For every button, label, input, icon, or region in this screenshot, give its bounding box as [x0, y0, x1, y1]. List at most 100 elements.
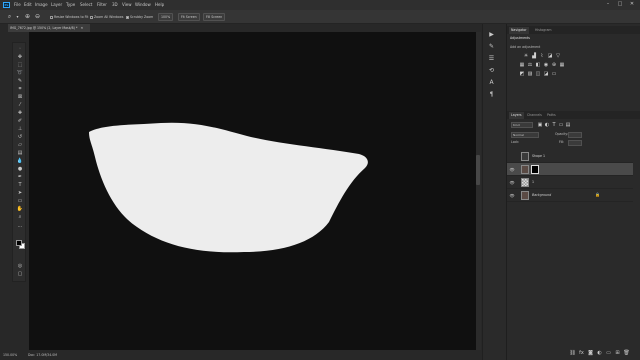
curves-icon[interactable]: ⌇ — [539, 53, 545, 59]
invert-icon[interactable]: ◩ — [519, 71, 525, 77]
lasso-tool-icon[interactable]: ➰ — [16, 70, 24, 76]
hand-tool-icon[interactable]: ✋ — [16, 206, 24, 212]
dodge-tool-icon[interactable]: ● — [16, 166, 24, 172]
gradient-map-icon[interactable]: ▭ — [551, 71, 557, 77]
brush-tool-icon[interactable]: ✐ — [16, 118, 24, 124]
layer-row[interactable]: 👁 Background 🔒 — [507, 189, 633, 202]
selective-color-icon[interactable]: ◪ — [543, 71, 549, 77]
zoom-tool-icon[interactable]: ⌕ — [16, 214, 24, 220]
document-tab[interactable]: IMG_7672.jpg @ 150% (2, Layer Mask/8) * … — [8, 24, 90, 32]
add-mask-icon[interactable]: ◙ — [587, 349, 594, 357]
gradient-tool-icon[interactable]: ▤ — [16, 150, 24, 156]
menu-type[interactable]: Type — [66, 2, 75, 8]
zoom-tool-icon[interactable]: ⌕ — [6, 13, 13, 21]
filter-smart-object-icon[interactable]: ▤ — [565, 122, 571, 128]
close-window-button[interactable]: ✕ — [628, 1, 636, 8]
new-group-icon[interactable]: ▭ — [605, 349, 612, 357]
layer-row[interactable]: Shape 1 — [507, 150, 633, 163]
frame-tool-icon[interactable]: ⊠ — [16, 94, 24, 100]
healing-brush-tool-icon[interactable]: ✚ — [16, 110, 24, 116]
vibrance-icon[interactable]: ▽ — [555, 53, 561, 59]
character-icon[interactable]: A — [487, 78, 496, 87]
pen-tool-icon[interactable]: ✒ — [16, 174, 24, 180]
quick-mask-icon[interactable]: ◎ — [16, 263, 24, 269]
clone-stamp-tool-icon[interactable]: ⊥ — [16, 126, 24, 132]
menu-file[interactable]: File — [14, 2, 21, 8]
close-tab-icon[interactable]: ✕ — [81, 26, 84, 30]
new-adjustment-icon[interactable]: ◐ — [596, 349, 603, 357]
quick-selection-tool-icon[interactable]: ✎ — [16, 78, 24, 84]
blur-tool-icon[interactable]: 💧 — [16, 158, 24, 164]
tab-channels[interactable]: Channels — [525, 112, 544, 119]
filter-type-icon[interactable]: T — [551, 122, 557, 128]
zoom-in-icon[interactable]: ⊕ — [24, 13, 31, 21]
type-tool-icon[interactable]: T — [16, 182, 24, 188]
zoom-100-button[interactable]: 100% — [158, 13, 174, 21]
document-canvas[interactable] — [29, 32, 476, 350]
color-lookup-icon[interactable]: ▦ — [559, 62, 565, 68]
eye-icon[interactable]: 👁 — [509, 192, 515, 199]
layer-style-icon[interactable]: fx — [578, 349, 585, 357]
tab-histogram[interactable]: Histogram — [533, 27, 554, 34]
layer-filter-kind[interactable]: Kind — [511, 122, 533, 128]
link-layers-icon[interactable]: ⛓ — [569, 349, 576, 357]
brush-settings-icon[interactable]: ✎ — [487, 42, 496, 51]
zoom-out-icon[interactable]: ⊖ — [34, 13, 41, 21]
properties-icon[interactable]: ☰ — [487, 54, 496, 63]
scrubby-zoom-checkbox[interactable]: Scrubby Zoom — [126, 14, 153, 20]
posterize-icon[interactable]: ▨ — [527, 71, 533, 77]
foreground-color-swatch[interactable] — [16, 240, 22, 246]
filter-pixel-icon[interactable]: ▣ — [537, 122, 543, 128]
delete-layer-icon[interactable]: 🗑 — [623, 349, 630, 357]
menu-layer[interactable]: Layer — [51, 2, 62, 8]
scrollbar-thumb[interactable] — [476, 155, 480, 185]
zoom-level[interactable]: 150.00% — [3, 351, 17, 360]
tab-navigator[interactable]: Navigator — [509, 27, 529, 34]
path-selection-tool-icon[interactable]: ➤ — [16, 190, 24, 196]
zoom-all-windows-checkbox[interactable]: Zoom All Windows — [90, 14, 123, 20]
color-balance-icon[interactable]: ⚖ — [527, 62, 533, 68]
eye-icon[interactable]: 👁 — [509, 166, 515, 173]
brightness-icon[interactable]: ☀ — [523, 53, 529, 59]
screen-mode-icon[interactable]: ▢ — [16, 271, 24, 277]
photo-filter-icon[interactable]: ◉ — [543, 62, 549, 68]
levels-icon[interactable]: ▟ — [531, 53, 537, 59]
menu-edit[interactable]: Edit — [24, 2, 32, 8]
menu-filter[interactable]: Filter — [97, 2, 107, 8]
tab-paths[interactable]: Paths — [545, 112, 558, 119]
eyedropper-tool-icon[interactable]: ⁄ — [16, 102, 24, 108]
toolbar-collapse-icon[interactable]: » — [16, 46, 24, 52]
history-icon[interactable]: ⟲ — [487, 66, 496, 75]
hue-saturation-icon[interactable]: ▦ — [519, 62, 525, 68]
paragraph-icon[interactable]: ¶ — [487, 90, 496, 99]
minimize-button[interactable]: – — [604, 1, 612, 8]
history-brush-tool-icon[interactable]: ↺ — [16, 134, 24, 140]
exposure-icon[interactable]: ◪ — [547, 53, 553, 59]
menu-window[interactable]: Window — [135, 2, 151, 8]
fill-screen-button[interactable]: Fill Screen — [203, 13, 226, 21]
play-icon[interactable]: ▶ — [487, 30, 496, 39]
fill-field[interactable] — [568, 140, 582, 146]
more-tools-icon[interactable]: ⋯ — [16, 224, 24, 230]
opacity-field[interactable] — [568, 132, 582, 138]
layer-row[interactable]: 👁 1 — [507, 176, 633, 189]
resize-windows-checkbox[interactable]: Resize Windows to Fit — [50, 14, 88, 20]
crop-tool-icon[interactable]: ⌗ — [16, 86, 24, 92]
channel-mixer-icon[interactable]: ⊕ — [551, 62, 557, 68]
black-white-icon[interactable]: ◧ — [535, 62, 541, 68]
menu-help[interactable]: Help — [155, 2, 164, 8]
threshold-icon[interactable]: ◫ — [535, 71, 541, 77]
visibility-off-icon[interactable] — [509, 153, 515, 160]
rectangle-tool-icon[interactable]: ▭ — [16, 198, 24, 204]
new-layer-icon[interactable]: ⊞ — [614, 349, 621, 357]
tab-layers[interactable]: Layers — [509, 112, 524, 119]
move-tool-icon[interactable]: ✥ — [16, 54, 24, 60]
menu-image[interactable]: Image — [35, 2, 48, 8]
fit-screen-button[interactable]: Fit Screen — [178, 13, 200, 21]
maximize-button[interactable]: □ — [616, 1, 624, 8]
menu-3d[interactable]: 3D — [112, 2, 118, 8]
filter-shape-icon[interactable]: ▭ — [558, 122, 564, 128]
menu-select[interactable]: Select — [80, 2, 92, 8]
layer-row[interactable]: 👁 — [507, 163, 633, 176]
vertical-scrollbar[interactable] — [476, 32, 481, 350]
